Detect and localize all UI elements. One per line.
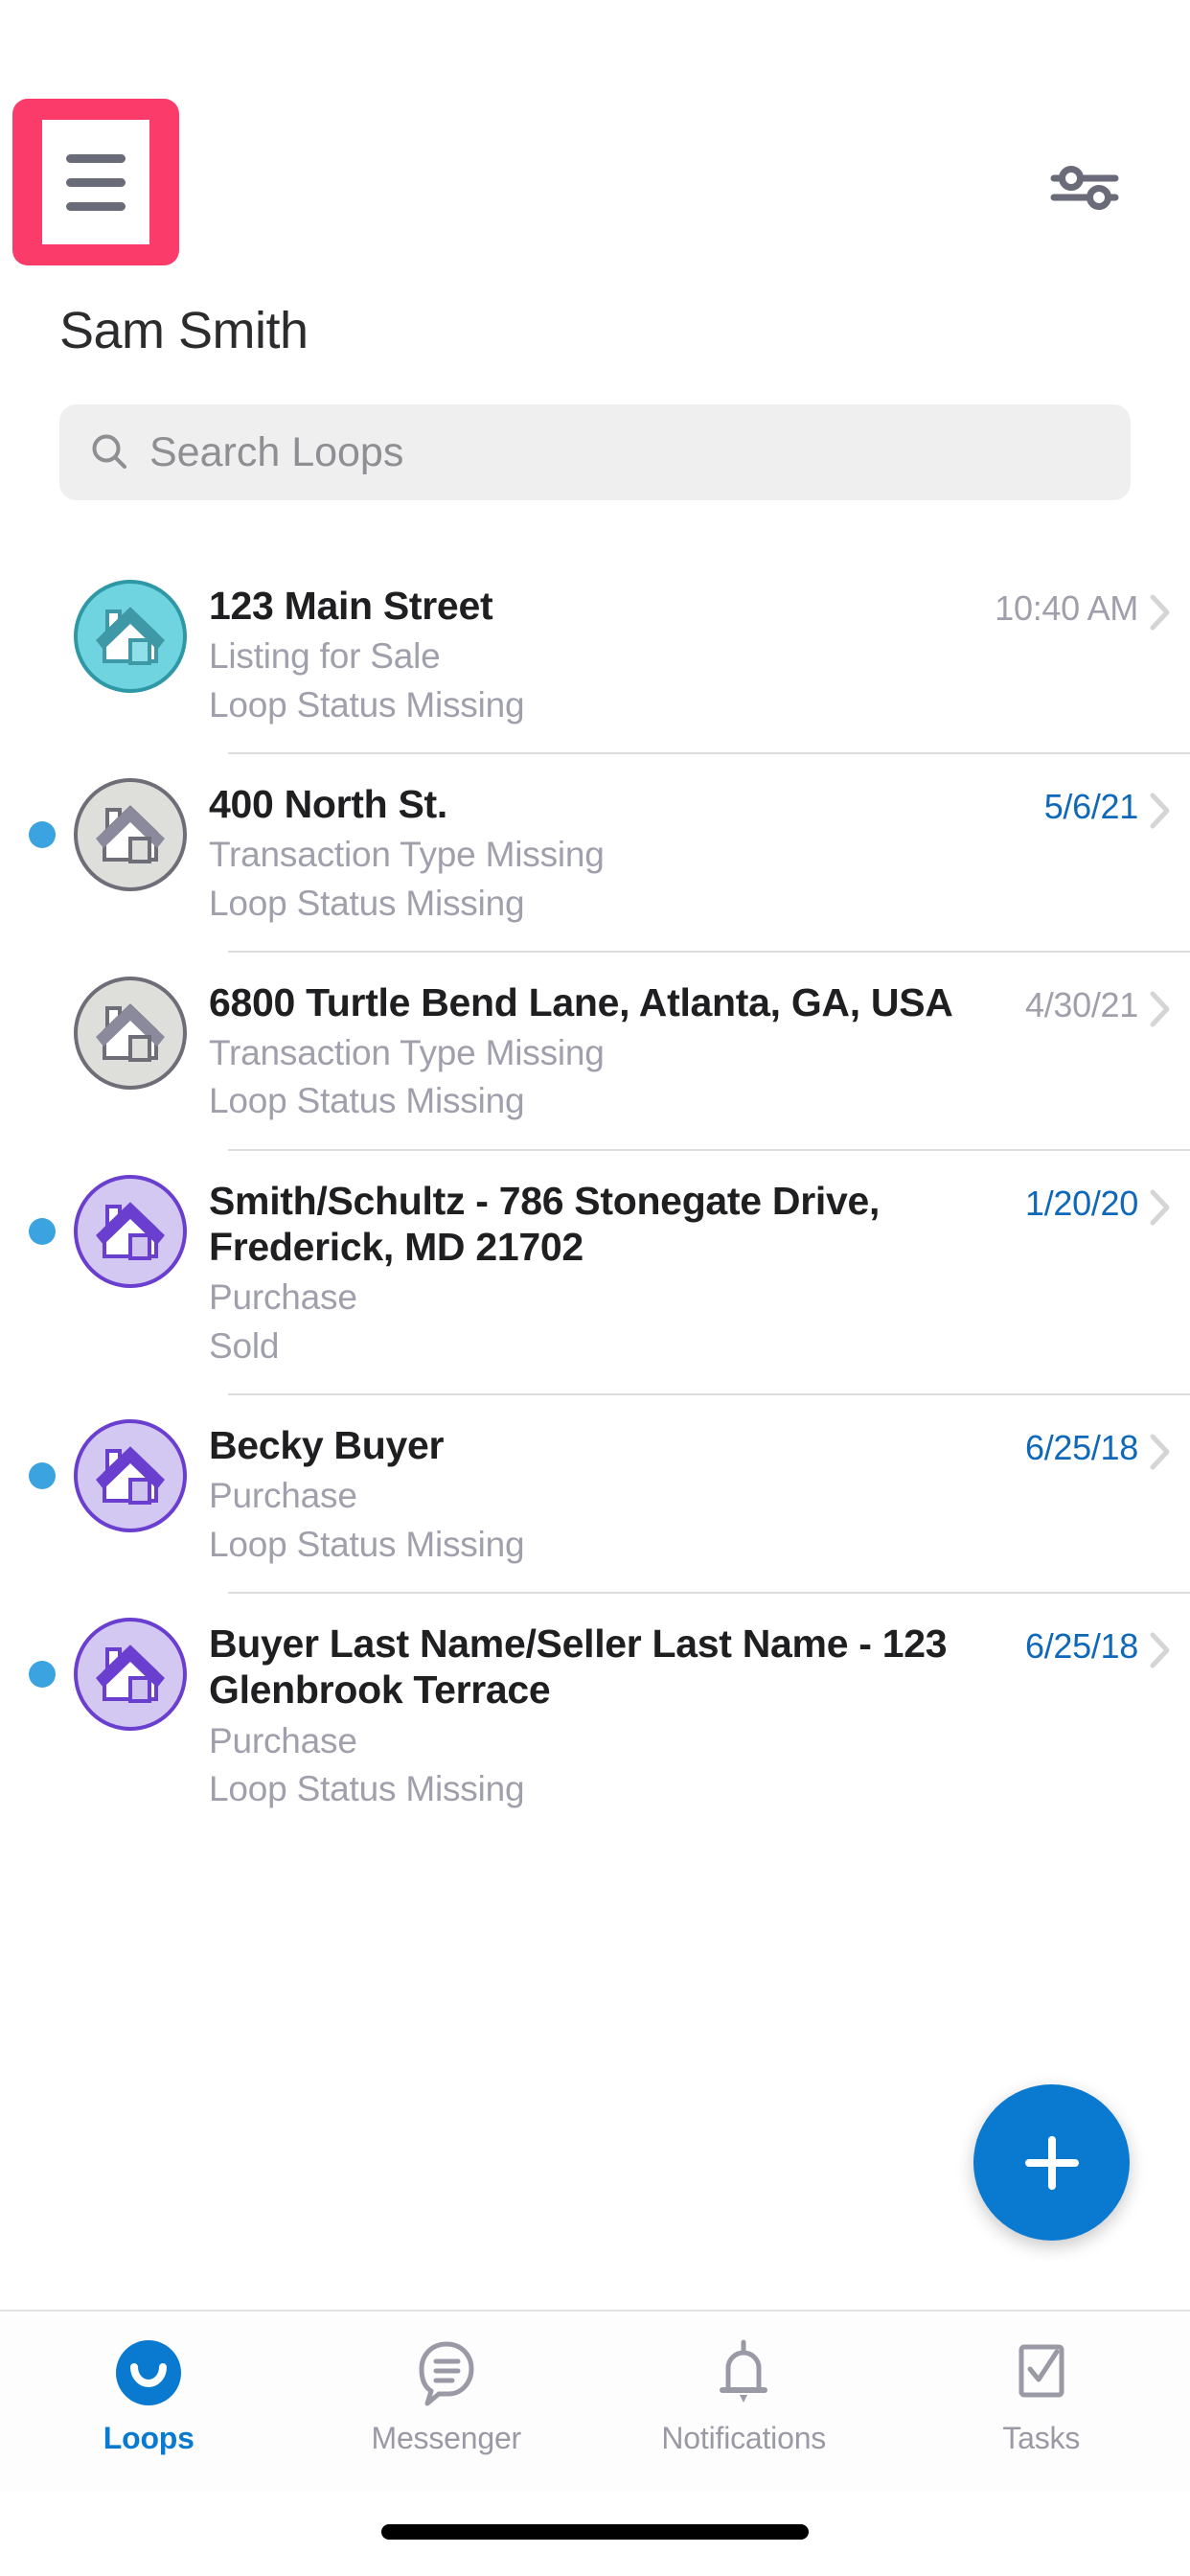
home-indicator — [381, 2524, 809, 2540]
loop-list-item[interactable]: 123 Main Street Listing for Sale Loop St… — [0, 556, 1190, 754]
loop-date: 10:40 AM — [995, 588, 1138, 629]
filter-button[interactable] — [1048, 163, 1121, 211]
top-bar — [0, 0, 1190, 278]
checkbox-check-icon — [1005, 2333, 1078, 2413]
loop-transaction-type: Listing for Sale — [209, 634, 995, 678]
tab-notifications[interactable]: Notifications — [595, 2312, 893, 2456]
loop-avatar — [73, 579, 188, 694]
loop-date: 6/25/18 — [1025, 1428, 1138, 1468]
loop-list-item[interactable]: 400 North St. Transaction Type Missing L… — [0, 754, 1190, 953]
loop-title: Becky Buyer — [209, 1422, 1025, 1468]
chevron-right-icon — [1148, 989, 1173, 1029]
loop-title: 400 North St. — [209, 781, 1044, 827]
loop-title: Smith/Schultz - 786 Stonegate Drive, Fre… — [209, 1178, 1025, 1271]
chevron-right-icon — [1148, 1630, 1173, 1670]
chevron-right-icon — [1148, 592, 1173, 632]
tab-tasks[interactable]: Tasks — [893, 2312, 1190, 2456]
loop-list-item[interactable]: Becky Buyer Purchase Loop Status Missing… — [0, 1395, 1190, 1594]
search-input[interactable] — [149, 429, 993, 476]
bell-icon — [707, 2333, 780, 2413]
loop-status: Loop Status Missing — [209, 882, 1044, 926]
loop-avatar — [73, 1418, 188, 1533]
app-screen: Sam Smith 123 Main Street Listing for Sa… — [0, 0, 1190, 2576]
chevron-right-icon — [1148, 791, 1173, 831]
loop-meta: 6/25/18 — [1025, 1617, 1190, 1675]
hamburger-menu-button[interactable] — [12, 99, 179, 265]
loop-date: 6/25/18 — [1025, 1626, 1138, 1667]
loop-transaction-type: Purchase — [209, 1719, 1025, 1763]
loop-meta: 4/30/21 — [1025, 976, 1190, 1034]
chevron-right-icon — [1148, 1187, 1173, 1228]
tab-label-messenger: Messenger — [372, 2421, 522, 2456]
page-title: Sam Smith — [59, 305, 309, 356]
loop-status: Loop Status Missing — [209, 1523, 1025, 1567]
unread-indicator-dot — [29, 1462, 56, 1489]
filter-sliders-icon — [1048, 163, 1121, 211]
search-icon — [88, 431, 130, 473]
speech-bubble-icon — [410, 2333, 483, 2413]
loop-date: 5/6/21 — [1044, 787, 1138, 827]
loop-meta: 1/20/20 — [1025, 1174, 1190, 1232]
loop-avatar — [73, 976, 188, 1091]
chevron-right-icon — [1148, 1432, 1173, 1472]
loop-meta: 10:40 AM — [995, 579, 1190, 637]
loop-date: 1/20/20 — [1025, 1184, 1138, 1224]
loop-avatar — [73, 1174, 188, 1289]
loop-list: 123 Main Street Listing for Sale Loop St… — [0, 556, 1190, 1836]
loop-avatar — [73, 1617, 188, 1732]
loop-transaction-type: Transaction Type Missing — [209, 1031, 1025, 1075]
loop-meta: 5/6/21 — [1044, 777, 1190, 836]
plus-icon — [1016, 2127, 1088, 2199]
tab-label-loops: Loops — [103, 2421, 195, 2456]
loop-date: 4/30/21 — [1025, 985, 1138, 1025]
tab-label-notifications: Notifications — [661, 2421, 826, 2456]
loop-transaction-type: Purchase — [209, 1474, 1025, 1518]
loop-transaction-type: Purchase — [209, 1276, 1025, 1320]
unread-indicator-dot — [29, 821, 56, 848]
tab-label-tasks: Tasks — [1002, 2421, 1080, 2456]
create-loop-fab[interactable] — [973, 2084, 1130, 2241]
unread-indicator-dot — [29, 1218, 56, 1245]
loop-title: Buyer Last Name/Seller Last Name - 123 G… — [209, 1621, 1025, 1714]
hamburger-menu-icon — [42, 120, 149, 244]
loop-status: Sold — [209, 1324, 1025, 1368]
loop-list-item[interactable]: Smith/Schultz - 786 Stonegate Drive, Fre… — [0, 1151, 1190, 1395]
loop-title: 123 Main Street — [209, 583, 995, 629]
loop-list-item[interactable]: Buyer Last Name/Seller Last Name - 123 G… — [0, 1594, 1190, 1836]
dotloop-smile-icon — [112, 2333, 185, 2413]
loop-transaction-type: Transaction Type Missing — [209, 833, 1044, 877]
loop-status: Loop Status Missing — [209, 683, 995, 727]
loop-list-item[interactable]: 6800 Turtle Bend Lane, Atlanta, GA, USA … — [0, 953, 1190, 1151]
bottom-tab-bar: Loops Messenger — [0, 2310, 1190, 2492]
loop-avatar — [73, 777, 188, 892]
search-bar[interactable] — [59, 404, 1131, 500]
loop-status: Loop Status Missing — [209, 1079, 1025, 1123]
tab-messenger[interactable]: Messenger — [298, 2312, 596, 2456]
tab-loops[interactable]: Loops — [0, 2312, 298, 2456]
loop-title: 6800 Turtle Bend Lane, Atlanta, GA, USA — [209, 979, 1025, 1025]
unread-indicator-dot — [29, 1661, 56, 1688]
loop-meta: 6/25/18 — [1025, 1418, 1190, 1477]
loop-status: Loop Status Missing — [209, 1767, 1025, 1811]
